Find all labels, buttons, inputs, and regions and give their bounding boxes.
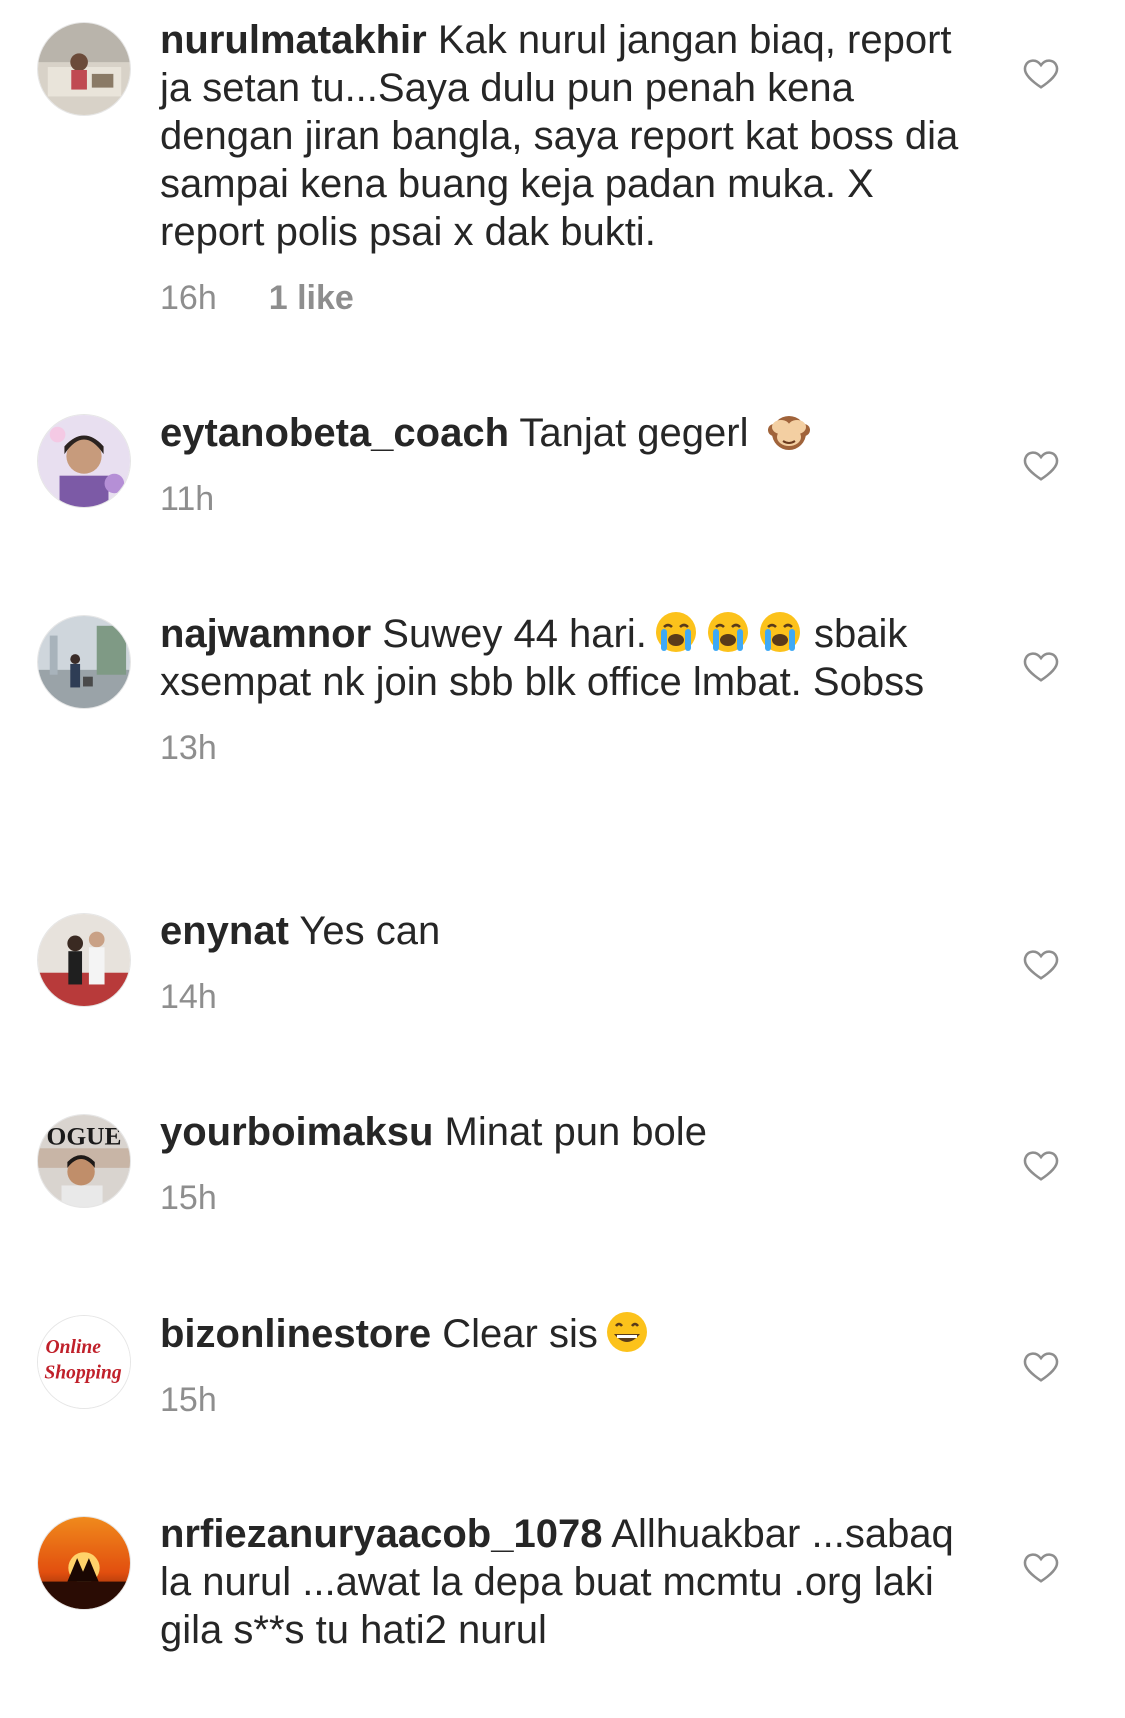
comment-text: nurulmatakhir Kak nurul jangan biaq, rep…: [160, 16, 970, 256]
avatar[interactable]: [37, 913, 131, 1007]
comment-time: 13h: [160, 729, 217, 767]
see-no-evil-monkey-emoji: [766, 408, 812, 454]
svg-text:OGUE: OGUE: [47, 1121, 122, 1150]
comment-time: 15h: [160, 1381, 217, 1419]
comment-meta: 14h: [160, 977, 970, 1017]
loudly-crying-face-emoji: [653, 609, 699, 655]
photo-avatar-icon: [38, 914, 130, 1006]
grinning-face-emoji: [604, 1309, 650, 1355]
like-button[interactable]: [1022, 54, 1060, 92]
comment-username[interactable]: yourboimaksu: [160, 1110, 433, 1154]
avatar-logo-text-2: Shopping: [44, 1363, 121, 1384]
comment-likes[interactable]: 1 like: [269, 278, 354, 318]
heart-outline-icon: [1023, 1553, 1059, 1583]
comment-time: 14h: [160, 978, 217, 1016]
comment-meta: 13h: [160, 728, 970, 768]
comment-username[interactable]: najwamnor: [160, 612, 371, 656]
comment-text: nrfiezanuryaacob_1078 Allhuakbar ...saba…: [160, 1510, 970, 1654]
online-shopping-logo-icon: Online Shopping: [38, 1316, 130, 1408]
heart-outline-icon: [1023, 451, 1059, 481]
comment-username[interactable]: eytanobeta_coach: [160, 411, 509, 455]
comment-meta: 11h: [160, 479, 970, 519]
avatar[interactable]: [37, 1516, 131, 1610]
like-button[interactable]: [1022, 1548, 1060, 1586]
comment-body: yourboimaksu Minat pun bole 15h: [160, 1108, 970, 1218]
comment-body: eytanobeta_coach Tanjat gegerl 11h: [160, 408, 970, 519]
comment-time: 15h: [160, 1179, 217, 1217]
comment-body: nrfiezanuryaacob_1078 Allhuakbar ...saba…: [160, 1510, 970, 1654]
comment-message: Suwey 44 hari.: [382, 612, 647, 656]
heart-outline-icon: [1023, 1352, 1059, 1382]
loudly-crying-face-emoji: [757, 609, 803, 655]
heart-outline-icon: [1023, 950, 1059, 980]
comment-username[interactable]: nurulmatakhir: [160, 18, 427, 62]
avatar[interactable]: [37, 414, 131, 508]
comment-username[interactable]: enynat: [160, 909, 289, 953]
comment-text: enynat Yes can: [160, 907, 970, 955]
heart-outline-icon: [1023, 59, 1059, 89]
comment-body: nurulmatakhir Kak nurul jangan biaq, rep…: [160, 16, 970, 318]
photo-avatar-icon: OGUE: [38, 1115, 130, 1207]
comment-meta: 16h 1 like: [160, 278, 970, 318]
heart-outline-icon: [1023, 1151, 1059, 1181]
like-button[interactable]: [1022, 1347, 1060, 1385]
loudly-crying-face-emoji: [705, 609, 751, 655]
comment-message: Minat pun bole: [444, 1110, 707, 1154]
comment-body: bizonlinestore Clear sis 15h: [160, 1309, 970, 1420]
comment-time: 11h: [160, 480, 215, 518]
avatar[interactable]: OGUE: [37, 1114, 131, 1208]
avatar[interactable]: Online Shopping: [37, 1315, 131, 1409]
comment-meta: 15h: [160, 1380, 970, 1420]
photo-avatar-icon: [38, 415, 130, 507]
comment-meta: 15h: [160, 1178, 970, 1218]
comment-body: enynat Yes can 14h: [160, 907, 970, 1017]
comment-message: Clear sis: [442, 1312, 598, 1356]
like-button[interactable]: [1022, 945, 1060, 983]
comment-username[interactable]: nrfiezanuryaacob_1078: [160, 1512, 602, 1556]
like-button[interactable]: [1022, 446, 1060, 484]
avatar-logo-text-1: Online: [46, 1337, 102, 1358]
comment-message: Yes can: [299, 909, 441, 953]
avatar[interactable]: [37, 22, 131, 116]
like-button[interactable]: [1022, 1146, 1060, 1184]
sunset-silhouette-avatar-icon: [38, 1517, 130, 1609]
heart-outline-icon: [1023, 652, 1059, 682]
like-button[interactable]: [1022, 647, 1060, 685]
comment-body: najwamnor Suwey 44 hari. sbaik xsempat n…: [160, 609, 970, 768]
comment-time: 16h: [160, 279, 217, 317]
photo-avatar-icon: [38, 616, 130, 708]
comment-text: najwamnor Suwey 44 hari. sbaik xsempat n…: [160, 609, 970, 706]
comment-text: bizonlinestore Clear sis: [160, 1309, 970, 1358]
photo-avatar-icon: [38, 23, 130, 115]
avatar[interactable]: [37, 615, 131, 709]
comment-text: eytanobeta_coach Tanjat gegerl: [160, 408, 970, 457]
comment-text: yourboimaksu Minat pun bole: [160, 1108, 970, 1156]
comment-message: Tanjat gegerl: [519, 411, 749, 455]
comment-username[interactable]: bizonlinestore: [160, 1312, 431, 1356]
